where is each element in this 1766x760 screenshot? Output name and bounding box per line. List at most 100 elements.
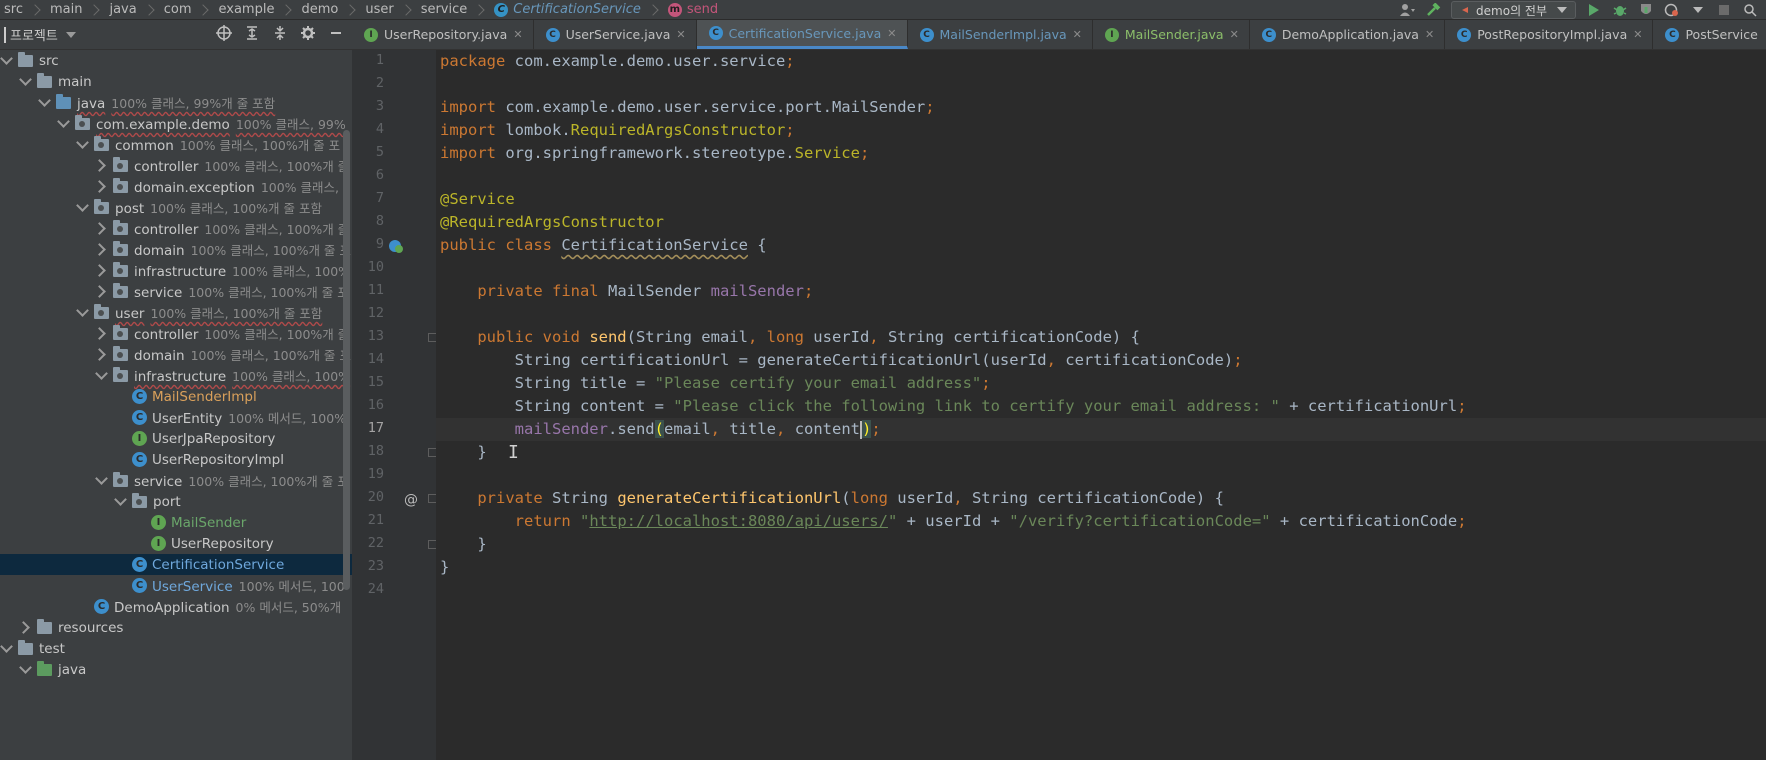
- chevron-down-icon[interactable]: [65, 31, 76, 38]
- spring-bean-icon[interactable]: [388, 238, 404, 258]
- override-at-icon[interactable]: @: [404, 491, 418, 511]
- tree-node[interactable]: port: [0, 491, 352, 512]
- coverage-icon[interactable]: [1638, 3, 1654, 17]
- code-line[interactable]: }: [440, 533, 486, 556]
- code-editor[interactable]: package com.example.demo.user.service; im…: [436, 50, 1766, 760]
- tree-node[interactable]: resources: [0, 617, 352, 638]
- editor-tab[interactable]: C PostService: [1653, 20, 1766, 49]
- tree-node[interactable]: C UserEntity 100% 메서드, 100%: [0, 407, 352, 428]
- close-icon[interactable]: ✕: [513, 28, 522, 41]
- close-icon[interactable]: ✕: [676, 28, 685, 41]
- chevron-right-icon[interactable]: [95, 181, 107, 193]
- code-line[interactable]: return "http://localhost:8080/api/users/…: [440, 510, 1467, 533]
- chevron-right-icon[interactable]: [95, 328, 107, 340]
- tree-node[interactable]: domain.exception 100% 클래스, 1: [0, 176, 352, 197]
- tree-node[interactable]: domain 100% 클래스, 100%개 줄 포: [0, 239, 352, 260]
- chevron-down-icon[interactable]: [19, 664, 31, 676]
- code-line[interactable]: import com.example.demo.user.service.por…: [440, 96, 935, 119]
- tree-node[interactable]: service 100% 클래스, 100%개 줄 포: [0, 470, 352, 491]
- tree-node[interactable]: controller 100% 클래스, 100%개 줄: [0, 323, 352, 344]
- tree-node[interactable]: I UserJpaRepository: [0, 428, 352, 449]
- tree-node[interactable]: post 100% 클래스, 100%개 줄 포함: [0, 197, 352, 218]
- chevron-down-icon[interactable]: [76, 307, 88, 319]
- chevron-down-icon[interactable]: [76, 202, 88, 214]
- editor-tab[interactable]: C PostRepositoryImpl.java ✕: [1445, 20, 1654, 49]
- debug-icon[interactable]: [1612, 3, 1628, 17]
- breadcrumb-item[interactable]: user: [365, 2, 393, 17]
- close-icon[interactable]: ✕: [887, 27, 896, 40]
- tree-node[interactable]: common 100% 클래스, 100%개 줄 포: [0, 134, 352, 155]
- tree-node[interactable]: src: [0, 50, 352, 71]
- locate-target-icon[interactable]: [216, 25, 232, 41]
- breadcrumb-item[interactable]: main: [50, 2, 82, 17]
- code-line[interactable]: package com.example.demo.user.service;: [440, 50, 795, 73]
- build-hammer-icon[interactable]: [1425, 3, 1441, 17]
- breadcrumb-item[interactable]: com: [164, 2, 192, 17]
- collapse-all-icon[interactable]: [272, 26, 288, 40]
- tree-node[interactable]: main: [0, 71, 352, 92]
- tree-node[interactable]: java: [0, 659, 352, 680]
- code-line[interactable]: public class CertificationService {: [440, 234, 767, 257]
- chevron-down-icon[interactable]: [0, 55, 12, 67]
- tree-node[interactable]: domain 100% 클래스, 100%개 줄 포: [0, 344, 352, 365]
- tree-node[interactable]: infrastructure 100% 클래스, 100%: [0, 260, 352, 281]
- tree-node[interactable]: C UserRepositoryImpl: [0, 449, 352, 470]
- breadcrumb-item[interactable]: src: [4, 2, 23, 17]
- editor-tab[interactable]: I MailSender.java ✕: [1093, 20, 1250, 49]
- code-line[interactable]: String title = "Please certify your emai…: [440, 372, 991, 395]
- tree-node[interactable]: C DemoApplication 0% 메서드, 50%개: [0, 596, 352, 617]
- breadcrumb-class[interactable]: C CertificationService: [494, 2, 641, 17]
- gear-icon[interactable]: [300, 26, 316, 40]
- chevron-down-icon[interactable]: [0, 643, 12, 655]
- code-line[interactable]: public void send(String email, long user…: [440, 326, 1140, 349]
- code-line[interactable]: }: [440, 441, 486, 464]
- tree-node[interactable]: controller 100% 클래스, 100%개 줄: [0, 218, 352, 239]
- tree-node[interactable]: C CertificationService: [0, 554, 352, 575]
- chevron-down-icon[interactable]: [19, 76, 31, 88]
- code-line[interactable]: import org.springframework.stereotype.Se…: [440, 142, 869, 165]
- editor-tab[interactable]: C UserService.java ✕: [534, 20, 697, 49]
- close-icon[interactable]: ✕: [1633, 28, 1642, 41]
- close-icon[interactable]: ✕: [1073, 28, 1082, 41]
- tree-node[interactable]: test: [0, 638, 352, 659]
- tree-node[interactable]: controller 100% 클래스, 100%개 줄: [0, 155, 352, 176]
- minimize-icon[interactable]: [328, 26, 344, 40]
- tree-node[interactable]: java 100% 클래스, 99%개 줄 포함: [0, 92, 352, 113]
- breadcrumb-item[interactable]: example: [218, 2, 274, 17]
- code-line[interactable]: private String generateCertificationUrl(…: [440, 487, 1224, 510]
- code-line[interactable]: @RequiredArgsConstructor: [440, 211, 664, 234]
- tree-node[interactable]: I UserRepository: [0, 533, 352, 554]
- chevron-down-icon[interactable]: [76, 139, 88, 151]
- chevron-down-icon[interactable]: [38, 97, 50, 109]
- chevron-right-icon[interactable]: [95, 244, 107, 256]
- search-icon[interactable]: [1742, 3, 1758, 17]
- tree-node[interactable]: service 100% 클래스, 100%개 줄 포: [0, 281, 352, 302]
- tree-node[interactable]: C UserService 100% 메서드, 100: [0, 575, 352, 596]
- tree-node[interactable]: I MailSender: [0, 512, 352, 533]
- breadcrumb-item[interactable]: service: [421, 2, 468, 17]
- code-line[interactable]: String content = "Please click the follo…: [440, 395, 1467, 418]
- editor-tab[interactable]: C MailSenderImpl.java ✕: [908, 20, 1093, 49]
- breadcrumb-item[interactable]: demo: [301, 2, 338, 17]
- chevron-right-icon[interactable]: [95, 286, 107, 298]
- stop-icon[interactable]: [1716, 3, 1732, 17]
- run-configuration-select[interactable]: demo의 전부: [1451, 1, 1576, 19]
- code-line[interactable]: }: [440, 556, 449, 579]
- chevron-down-icon[interactable]: [95, 370, 107, 382]
- chevron-down-icon[interactable]: [57, 118, 69, 130]
- chevron-right-icon[interactable]: [95, 265, 107, 277]
- breadcrumb-item[interactable]: java: [109, 2, 136, 17]
- tree-node[interactable]: C MailSenderImpl: [0, 386, 352, 407]
- expand-all-icon[interactable]: [244, 26, 260, 40]
- chevron-right-icon[interactable]: [95, 160, 107, 172]
- chevron-right-icon[interactable]: [95, 223, 107, 235]
- chevron-down-icon[interactable]: [95, 475, 107, 487]
- run-icon[interactable]: [1586, 3, 1602, 17]
- chevron-right-icon[interactable]: [95, 349, 107, 361]
- chevron-down-icon[interactable]: [114, 496, 126, 508]
- code-line[interactable]: String certificationUrl = generateCertif…: [440, 349, 1243, 372]
- close-icon[interactable]: ✕: [1425, 28, 1434, 41]
- code-line[interactable]: mailSender.send(email, title, content);: [440, 418, 881, 441]
- profiler-icon[interactable]: [1664, 3, 1680, 17]
- tree-node[interactable]: infrastructure 100% 클래스, 100%: [0, 365, 352, 386]
